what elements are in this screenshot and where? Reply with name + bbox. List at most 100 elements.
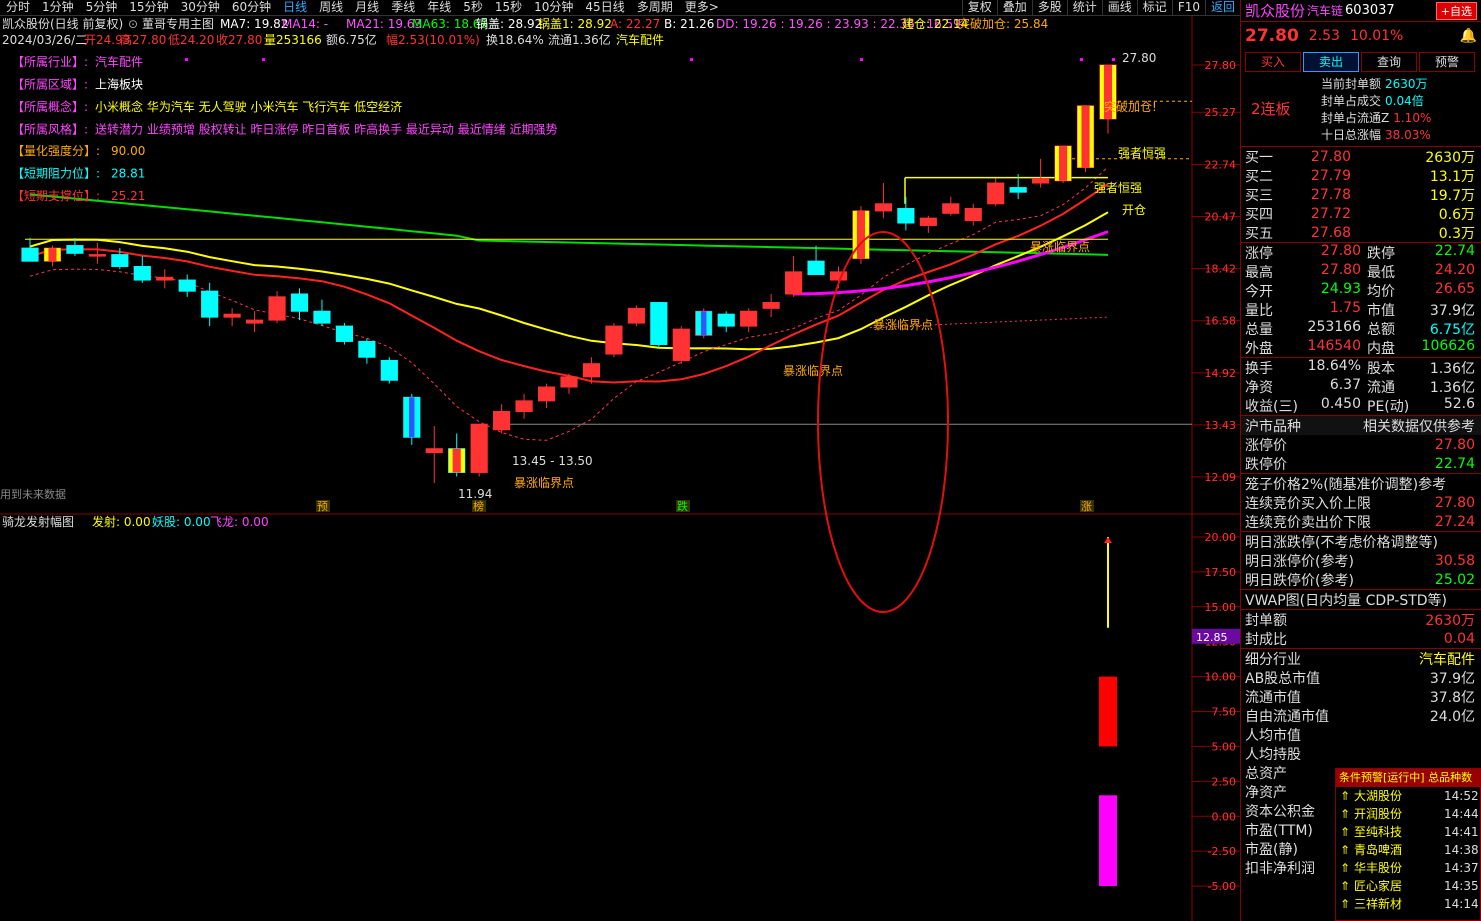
candle[interactable]: [627, 305, 645, 327]
period-tab[interactable]: 5秒: [457, 0, 489, 15]
market-note: 相关数据仅供参考: [1363, 418, 1475, 435]
period-tab[interactable]: 45日线: [579, 0, 630, 15]
period-tab[interactable]: 季线: [385, 0, 421, 15]
tool-tabs: 复权 叠加 多股 统计 画线 标记 F10 返回: [961, 0, 1240, 15]
bid-volume: 19.7万: [1429, 187, 1475, 204]
candle[interactable]: [919, 215, 937, 233]
candle[interactable]: [672, 326, 690, 364]
alert-row[interactable]: ⇑ 匠心家居 14:35: [1336, 877, 1480, 895]
alert-stock-name: 青岛啤酒: [1354, 843, 1403, 857]
alert-row[interactable]: ⇑ 华丰股份 14:37: [1336, 859, 1480, 877]
bid-row[interactable]: 买三 27.78 19.7万: [1241, 185, 1481, 204]
alert-stock-name: 三祥新材: [1354, 897, 1403, 911]
period-tab[interactable]: 月线: [349, 0, 385, 15]
alert-row[interactable]: ⇑ 三祥新材 14:14: [1336, 895, 1480, 913]
period-tab[interactable]: 周线: [313, 0, 349, 15]
stat-label: 涨停: [1245, 245, 1273, 262]
candle[interactable]: [942, 196, 960, 216]
candle[interactable]: [874, 183, 893, 219]
tool-tab[interactable]: F10: [1171, 0, 1205, 15]
candle[interactable]: [493, 404, 511, 434]
period-tab[interactable]: 分时: [0, 0, 36, 15]
candle[interactable]: [650, 302, 668, 348]
buy-button[interactable]: 买入: [1245, 52, 1301, 72]
candle[interactable]: [201, 282, 219, 327]
tool-tab[interactable]: 统计: [1066, 0, 1102, 15]
candle[interactable]: [717, 311, 735, 333]
candle[interactable]: [560, 373, 578, 394]
stat-row: 量比 1.75 市值 37.9亿: [1241, 300, 1481, 319]
query-button[interactable]: 查询: [1361, 52, 1417, 72]
chart-area[interactable]: 27.80 25.27 22.74 20.47 18.42 16.58 14.92 13.43…: [0, 16, 1240, 921]
chevron-down-icon[interactable]: ⊙: [128, 17, 138, 31]
kline-chart[interactable]: 27.80 25.27 22.74 20.47 18.42 16.58 14.92 13.43…: [0, 16, 1240, 921]
candle[interactable]: [268, 291, 286, 324]
candle[interactable]: [290, 288, 309, 321]
bid-row[interactable]: 买二 27.79 13.1万: [1241, 166, 1481, 185]
sell-button[interactable]: 卖出: [1303, 52, 1359, 72]
stat-label: 最低: [1367, 264, 1395, 281]
alert-row[interactable]: ⇑ 大湖股份 14:52: [1336, 787, 1480, 805]
signal-dot: [262, 58, 265, 61]
candle[interactable]: [425, 426, 443, 484]
period-tab[interactable]: 多周期: [631, 0, 679, 15]
period-tab[interactable]: 15分钟: [123, 0, 174, 15]
candle[interactable]: [537, 383, 556, 408]
period-tab[interactable]: 5分钟: [80, 0, 124, 15]
candle[interactable]: [245, 311, 264, 333]
vwap-title[interactable]: VWAP图(日内均量 CDP-STD等): [1245, 590, 1447, 610]
condition-alert-panel[interactable]: 条件预警[运行中] 总品种数 ⇑ 大湖股份 14:52 ⇑ 开润股份 14:44 ⇑ 至纯科技…: [1335, 768, 1481, 921]
candle[interactable]: [1032, 158, 1050, 188]
formula-name[interactable]: 董哥专用主图: [142, 16, 214, 31]
alert-button[interactable]: 预警: [1419, 52, 1475, 72]
tool-tab[interactable]: 叠加: [996, 0, 1032, 15]
tool-tab[interactable]: 标记: [1136, 0, 1172, 15]
indicator-tick: 7.50: [1212, 706, 1237, 719]
candle[interactable]: [178, 274, 196, 297]
candle[interactable]: [21, 237, 39, 262]
candle[interactable]: [964, 203, 982, 226]
candle[interactable]: [223, 308, 241, 327]
candle[interactable]: [358, 338, 376, 364]
tool-tab[interactable]: 画线: [1101, 0, 1137, 15]
bid-row[interactable]: 买一 27.80 2630万: [1241, 147, 1481, 166]
alert-row[interactable]: ⇑ 开润股份 14:44: [1336, 805, 1480, 823]
period-tab[interactable]: 更多>: [679, 0, 725, 15]
indicator-tick: -2.50: [1208, 845, 1236, 858]
period-tab[interactable]: 30分钟: [175, 0, 226, 15]
candle[interactable]: [156, 269, 174, 289]
candle[interactable]: [313, 299, 331, 327]
tool-tab[interactable]: 多股: [1031, 0, 1067, 15]
add-watchlist-button[interactable]: +自选: [1435, 1, 1477, 20]
candle[interactable]: [133, 255, 151, 283]
candle[interactable]: [784, 255, 803, 297]
candle[interactable]: [605, 323, 623, 358]
candle[interactable]: [897, 196, 915, 231]
tag-label: 【所属概念】:: [12, 99, 88, 114]
candle[interactable]: [515, 393, 533, 419]
stock-terminal: 分时 1分钟 5分钟 15分钟 30分钟 60分钟 日线 周线 月线 季线 年线 5秒 15秒 10分钟 4…: [0, 0, 1481, 921]
period-tab[interactable]: 日线: [277, 0, 313, 15]
bid-row[interactable]: 买五 27.68 0.3万: [1241, 223, 1481, 242]
candle[interactable]: [987, 178, 1005, 207]
candle[interactable]: [807, 245, 825, 276]
market-title: 沪市品种: [1245, 418, 1301, 435]
period-tab[interactable]: 1分钟: [36, 0, 80, 15]
price-tick: 16.58: [1205, 315, 1237, 328]
bell-icon[interactable]: 🔔: [1460, 28, 1477, 44]
candle[interactable]: [88, 243, 106, 264]
alert-row[interactable]: ⇑ 青岛啤酒 14:38: [1336, 841, 1480, 859]
candle[interactable]: [335, 323, 354, 345]
period-tab[interactable]: 15秒: [489, 0, 528, 15]
period-tab[interactable]: 年线: [421, 0, 457, 15]
tool-tab[interactable]: 返回: [1204, 0, 1240, 15]
candle[interactable]: [740, 308, 758, 333]
candle[interactable]: [762, 293, 780, 318]
candle[interactable]: [470, 423, 488, 477]
bid-row[interactable]: 买四 27.72 0.6万: [1241, 204, 1481, 223]
period-tab[interactable]: 10分钟: [528, 0, 579, 15]
tool-tab[interactable]: 复权: [961, 0, 997, 15]
period-tab[interactable]: 60分钟: [226, 0, 277, 15]
candle[interactable]: [380, 357, 398, 384]
alert-row[interactable]: ⇑ 至纯科技 14:41: [1336, 823, 1480, 841]
